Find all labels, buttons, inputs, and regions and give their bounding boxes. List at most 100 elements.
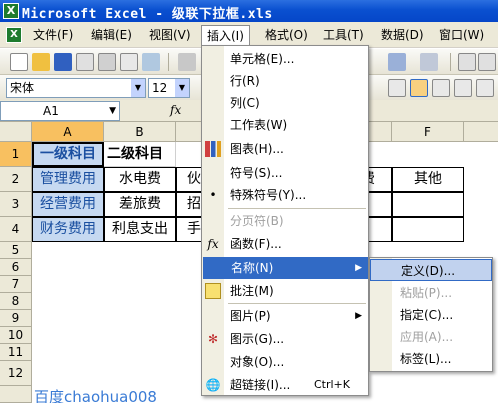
cell-b4[interactable]: 利息支出 — [104, 217, 176, 242]
cell-a1[interactable]: 一级科目 — [32, 142, 104, 167]
align-left-icon[interactable] — [388, 79, 406, 97]
row-header-11[interactable]: 11 — [0, 344, 32, 361]
window-title: Microsoft Excel - 级联下拉框.xls — [22, 7, 273, 22]
chevron-right-icon: ▶ — [355, 311, 362, 321]
menu-item-rows[interactable]: 行(R) — [202, 70, 368, 92]
print-preview-icon[interactable] — [120, 53, 138, 71]
undo-icon[interactable] — [388, 53, 406, 71]
name-submenu: 定义(D)... 粘贴(P)... 指定(C)... 应用(A)... 标签(L… — [369, 257, 493, 372]
row-header-1[interactable]: 1 — [0, 142, 32, 167]
menu-item-cells[interactable]: 单元格(E)... — [202, 48, 368, 70]
font-name-combo[interactable]: 宋体 ▼ — [6, 78, 146, 98]
redo-icon[interactable] — [420, 53, 438, 71]
row-header-4[interactable]: 4 — [0, 217, 32, 242]
new-icon[interactable] — [10, 53, 28, 71]
menu-edit[interactable]: 编辑(E) — [86, 25, 137, 45]
comment-icon — [205, 283, 221, 299]
submenu-item-paste: 粘贴(P)... — [400, 286, 453, 300]
font-size-value: 12 — [152, 81, 168, 95]
cell-b2[interactable]: 水电费 — [104, 167, 176, 192]
menu-tools[interactable]: 工具(T) — [318, 25, 369, 45]
menu-data[interactable]: 数据(D) — [376, 25, 429, 45]
submenu-item-label[interactable]: 标签(L)... — [370, 348, 492, 370]
row-header-6[interactable]: 6 — [0, 259, 32, 276]
menu-item-object[interactable]: 对象(O)... — [202, 351, 368, 373]
cell-f4[interactable] — [392, 217, 464, 242]
select-all-corner[interactable] — [0, 122, 32, 142]
chart-icon — [205, 141, 221, 157]
cell-b3[interactable]: 差旅费 — [104, 192, 176, 217]
row-header-3[interactable]: 3 — [0, 192, 32, 217]
cell-a4[interactable]: 财务费用 — [32, 217, 104, 242]
open-icon[interactable] — [32, 53, 50, 71]
document-icon[interactable]: X — [6, 27, 22, 43]
row-header-8[interactable]: 8 — [0, 293, 32, 310]
font-size-combo[interactable]: 12 ▼ — [148, 78, 190, 98]
row-header-2[interactable]: 2 — [0, 167, 32, 192]
row-header-9[interactable]: 9 — [0, 310, 32, 327]
font-name-value: 宋体 — [10, 81, 35, 95]
bullet-icon: • — [209, 188, 217, 202]
menu-item-worksheet[interactable]: 工作表(W) — [202, 114, 368, 136]
spelling-icon[interactable] — [142, 53, 160, 71]
column-header-b[interactable]: B — [104, 122, 176, 142]
menu-item-name[interactable]: 名称(N) ▶ — [203, 257, 368, 279]
excel-icon: X — [3, 3, 19, 19]
align-left-indent-icon[interactable] — [458, 53, 476, 71]
title-bar: X Microsoft Excel - 级联下拉框.xls — [0, 0, 498, 22]
menu-window[interactable]: 窗口(W) — [434, 25, 489, 45]
align-right-icon[interactable] — [432, 79, 450, 97]
menu-file[interactable]: 文件(F) — [28, 25, 78, 45]
shortcut-label: Ctrl+K — [313, 378, 350, 391]
submenu-item-create[interactable]: 指定(C)... — [370, 304, 492, 326]
column-header-f[interactable]: F — [392, 122, 464, 142]
cell-a3[interactable]: 经营费用 — [32, 192, 104, 217]
menu-item-chart[interactable]: 图表(H)... — [202, 138, 368, 160]
chevron-down-icon[interactable]: ▼ — [109, 102, 116, 120]
permission-icon[interactable] — [76, 53, 94, 71]
submenu-item-define[interactable]: 定义(D)... — [370, 259, 492, 281]
chevron-down-icon[interactable]: ▼ — [131, 79, 145, 97]
menu-item-diagram[interactable]: ✻ 图示(G)... — [202, 328, 368, 350]
diagram-icon: ✻ — [207, 332, 219, 346]
menu-item-symbol[interactable]: 符号(S)... — [202, 162, 368, 184]
row-header-12[interactable]: 12 — [0, 361, 32, 386]
column-header-g[interactable] — [464, 122, 498, 142]
menu-view[interactable]: 视图(V) — [144, 25, 196, 45]
watermark-text: 百度chaohua008 — [34, 388, 157, 403]
row-header-7[interactable]: 7 — [0, 276, 32, 293]
insert-menu: 单元格(E)... 行(R) 列(C) 工作表(W) 图表(H)... 符号(S… — [201, 45, 369, 396]
align-center-icon[interactable] — [410, 79, 428, 97]
merge-center-icon[interactable] — [476, 79, 494, 97]
name-box-value: A1 — [43, 104, 59, 118]
cell-f2[interactable]: 其他 — [392, 167, 464, 192]
chevron-down-icon[interactable]: ▼ — [175, 79, 189, 97]
hyperlink-icon: 🌐 — [205, 378, 221, 392]
menu-item-special-symbol[interactable]: • 特殊符号(Y)... — [202, 184, 368, 206]
row-header-10[interactable]: 10 — [0, 327, 32, 344]
menu-format[interactable]: 格式(O) — [260, 25, 313, 45]
cell-b1[interactable]: 二级科目 — [104, 142, 176, 167]
save-icon[interactable] — [54, 53, 72, 71]
name-box[interactable]: A1 ▼ — [0, 101, 120, 121]
align-right-indent-icon[interactable] — [478, 53, 496, 71]
cell-a2[interactable]: 管理费用 — [32, 167, 104, 192]
menu-insert[interactable]: 插入(I) — [201, 25, 250, 47]
justify-icon[interactable] — [454, 79, 472, 97]
menu-item-picture[interactable]: 图片(P) ▶ — [202, 305, 368, 327]
cut-icon[interactable] — [178, 53, 196, 71]
cell-f3[interactable] — [392, 192, 464, 217]
row-header-5[interactable]: 5 — [0, 242, 32, 259]
menu-item-comment[interactable]: 批注(M) — [202, 280, 368, 302]
function-icon[interactable]: fx — [170, 103, 181, 117]
menu-item-columns[interactable]: 列(C) — [202, 92, 368, 114]
print-icon[interactable] — [98, 53, 116, 71]
menu-item-page-break: 分页符(B) — [230, 214, 284, 228]
function-icon: fx — [207, 237, 219, 251]
row-header-13[interactable] — [0, 386, 32, 403]
menu-item-hyperlink[interactable]: 🌐 超链接(I)... Ctrl+K — [202, 374, 368, 396]
chevron-right-icon: ▶ — [355, 263, 362, 273]
column-header-a[interactable]: A — [32, 122, 104, 142]
submenu-item-apply: 应用(A)... — [400, 330, 454, 344]
menu-item-function[interactable]: fx 函数(F)... — [202, 233, 368, 255]
